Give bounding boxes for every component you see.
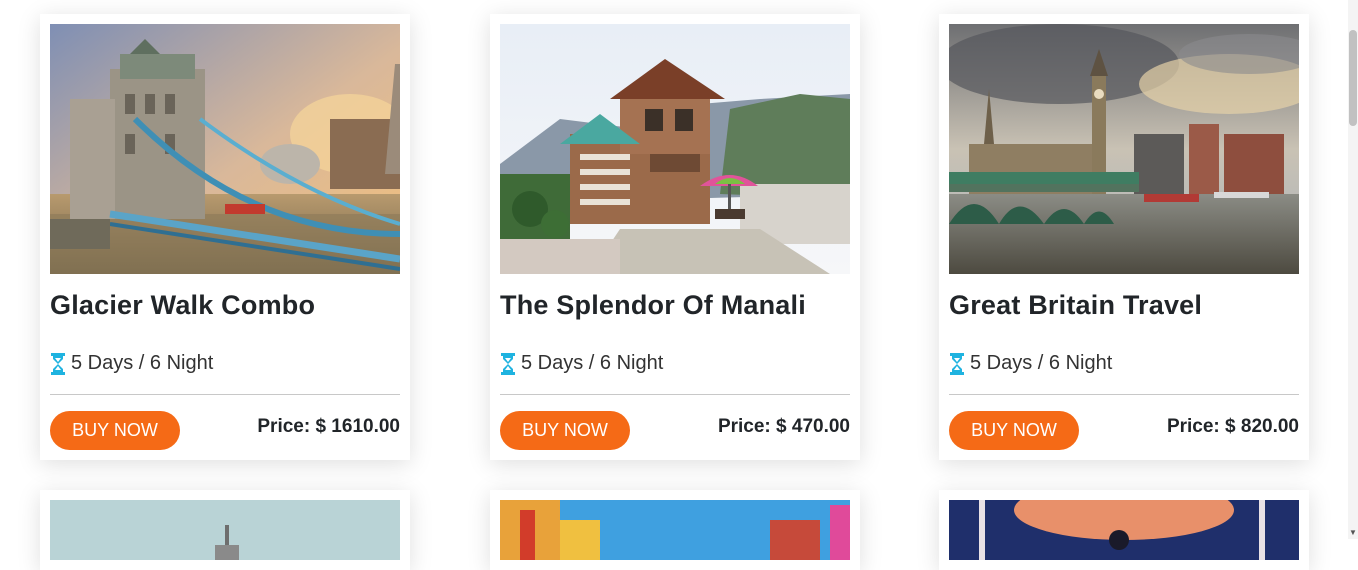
tour-image-manali-chalet[interactable] bbox=[500, 24, 850, 274]
scroll-down-arrow-icon[interactable]: ▼ bbox=[1349, 529, 1357, 537]
tour-card: Glacier Walk Combo 5 Days / 6 Night BUY … bbox=[40, 14, 410, 460]
hourglass-icon bbox=[501, 352, 515, 375]
buy-now-button[interactable]: BUY NOW bbox=[50, 411, 180, 450]
tour-duration: 5 Days / 6 Night bbox=[949, 352, 1112, 375]
duration-text: 5 Days / 6 Night bbox=[71, 352, 214, 374]
hourglass-icon bbox=[51, 352, 65, 375]
card-divider bbox=[50, 394, 400, 395]
buy-now-button[interactable]: BUY NOW bbox=[949, 411, 1079, 450]
tour-image-big-ben[interactable] bbox=[949, 24, 1299, 274]
duration-text: 5 Days / 6 Night bbox=[521, 352, 664, 374]
tour-image-partial[interactable] bbox=[500, 500, 850, 560]
tour-card: The Splendor Of Manali 5 Days / 6 Night … bbox=[490, 14, 860, 460]
tour-image-partial[interactable] bbox=[50, 500, 400, 560]
tour-duration: 5 Days / 6 Night bbox=[50, 352, 213, 375]
tour-price: Price: $ 820.00 bbox=[1166, 416, 1299, 437]
scrollbar-thumb[interactable] bbox=[1349, 30, 1357, 126]
buy-now-button[interactable]: BUY NOW bbox=[500, 411, 630, 450]
card-divider bbox=[949, 394, 1299, 395]
tour-duration: 5 Days / 6 Night bbox=[500, 352, 663, 375]
tour-image-partial[interactable] bbox=[949, 500, 1299, 560]
tour-title[interactable]: Great Britain Travel bbox=[949, 290, 1202, 321]
tour-price: Price: $ 470.00 bbox=[717, 416, 850, 437]
tour-card-partial bbox=[490, 490, 860, 570]
duration-text: 5 Days / 6 Night bbox=[970, 352, 1113, 374]
tour-price: Price: $ 1610.00 bbox=[257, 416, 400, 437]
hourglass-icon bbox=[950, 352, 964, 375]
tour-card: Great Britain Travel 5 Days / 6 Night BU… bbox=[939, 14, 1309, 460]
tour-image-tower-bridge[interactable] bbox=[50, 24, 400, 274]
tour-card-partial bbox=[939, 490, 1309, 570]
page-scrollbar[interactable]: ▼ bbox=[1348, 0, 1358, 539]
tour-title[interactable]: The Splendor Of Manali bbox=[500, 290, 806, 321]
tour-title[interactable]: Glacier Walk Combo bbox=[50, 290, 315, 321]
card-divider bbox=[500, 394, 850, 395]
tour-card-partial bbox=[40, 490, 410, 570]
